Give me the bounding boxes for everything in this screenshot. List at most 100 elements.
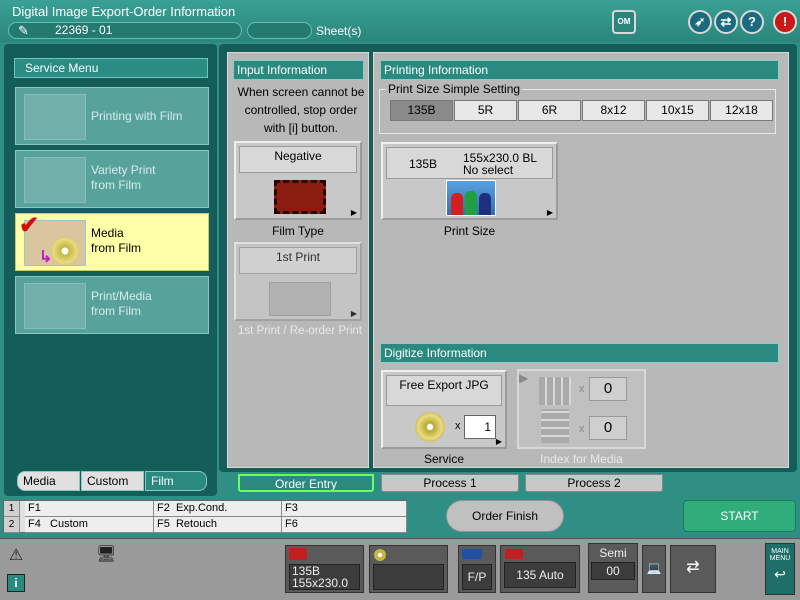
expand-arrow-icon: ▶	[495, 437, 502, 446]
service-variety-print[interactable]: Variety Print from Film	[15, 150, 209, 208]
start-button[interactable]: START	[683, 500, 796, 532]
tab-order-entry[interactable]: Order Entry	[238, 474, 374, 492]
tab-process-1[interactable]: Process 1	[381, 474, 519, 492]
print-size-select: No select	[463, 163, 514, 177]
print-size-label: Print Size	[443, 224, 496, 238]
help-icon[interactable]: ?	[740, 10, 764, 34]
size-12x18-button[interactable]: 12x18	[710, 100, 773, 121]
size-8x12-button[interactable]: 8x12	[582, 100, 645, 121]
function-keys-panel: 1 2 F1 F2 Exp.Cond. F3 F4 Custom F5 Reto…	[3, 500, 407, 533]
tab-custom[interactable]: Custom	[81, 471, 144, 491]
f5-key[interactable]: F5 Retouch	[154, 517, 282, 533]
disc-icon	[415, 412, 445, 442]
expand-arrow-icon: ▶	[350, 309, 357, 318]
sheet-label: Sheet(s)	[316, 24, 362, 38]
service-count-field[interactable]: 1	[464, 415, 496, 439]
auto-status-box[interactable]: 135 Auto	[500, 545, 580, 593]
service-value: Free Export JPG	[386, 375, 502, 406]
digitize-information-header: Digitize Information	[380, 343, 779, 363]
checkmark-icon: ✔	[19, 212, 40, 239]
disc-icon	[51, 237, 79, 265]
print-value: 1st Print	[239, 247, 357, 274]
f4-key[interactable]: F4 Custom	[25, 517, 154, 533]
fp-label: F/P	[462, 564, 492, 590]
print-label: 1st Print / Re-order Print	[238, 325, 362, 337]
tab-process-2[interactable]: Process 2	[525, 474, 663, 492]
disc-icon	[374, 549, 386, 561]
index-sheet-icon	[541, 409, 569, 443]
film-strip-icon	[274, 180, 326, 214]
index-grid-icon	[539, 377, 571, 405]
film-status-text: 135B 155x230.0	[289, 564, 360, 590]
size-6r-button[interactable]: 6R	[518, 100, 581, 121]
size-5r-button[interactable]: 5R	[454, 100, 517, 121]
multiplier-label: x	[455, 420, 461, 432]
filmstrip-icon	[462, 549, 482, 559]
size-10x15-button[interactable]: 10x15	[646, 100, 709, 121]
tab-media[interactable]: Media	[17, 471, 80, 491]
variety-photos-icon	[24, 157, 86, 203]
first-print-button[interactable]: 1st Print ▶	[234, 242, 362, 321]
index-count-field-1[interactable]: 0	[589, 377, 627, 401]
order-number-field: 22369 - 01	[8, 22, 242, 39]
print-size-info: 135B 155x230.0 BL No select	[386, 147, 553, 179]
media-status-box[interactable]	[369, 545, 448, 593]
input-message: When screen cannot be controlled, stop o…	[237, 85, 365, 135]
alert-icon[interactable]: !	[773, 10, 797, 34]
print-size-button[interactable]: 135B 155x230.0 BL No select ▶	[381, 142, 558, 220]
multiplier-label: x	[579, 383, 585, 395]
film-type-button[interactable]: Negative ▶	[234, 141, 362, 220]
tab-film[interactable]: Film	[145, 471, 207, 491]
fp-status-box[interactable]: F/P	[458, 545, 496, 593]
index-count-field-2[interactable]: 0	[589, 416, 627, 440]
service-print-media[interactable]: Print/Media from Film	[15, 276, 209, 334]
f2-key[interactable]: F2 Exp.Cond.	[154, 501, 282, 517]
service-label: Media from Film	[91, 226, 141, 255]
media-disc-icon: ✔ ↳	[19, 212, 86, 266]
warning-icon[interactable]: ⚠	[6, 545, 26, 564]
film-status-box[interactable]: 135B 155x230.0	[285, 545, 364, 593]
service-label: Print/Media from Film	[91, 289, 152, 318]
row-number: 1	[4, 501, 20, 517]
multiplier-label: x	[579, 423, 585, 435]
swap-arrows-icon[interactable]: ⇄	[714, 10, 738, 34]
service-label: Variety Print from Film	[91, 163, 156, 192]
service-button[interactable]: Free Export JPG x 1 ▶	[381, 370, 507, 449]
print-media-icon	[24, 283, 86, 329]
input-information-header: Input Information	[233, 60, 364, 80]
people-photo-icon	[446, 180, 496, 216]
service-media-from-film[interactable]: ✔ ↳ Media from Film	[15, 212, 209, 271]
print-size-code: 135B	[409, 157, 438, 171]
film-type-label: Film Type	[272, 224, 324, 238]
service-printing-with-film[interactable]: Printing with Film	[15, 87, 209, 145]
mode-label: Semi	[599, 546, 627, 560]
arrow-icon: ↳	[39, 249, 53, 266]
service-label: Service	[423, 452, 464, 466]
f3-key[interactable]: F3	[282, 501, 407, 517]
index-for-media-button[interactable]: x 0 x 0 ▶	[517, 369, 646, 449]
computer-icon: 🖥	[96, 546, 117, 563]
simple-setting-label: Print Size Simple Setting	[386, 82, 523, 96]
expand-arrow-icon: ▶	[546, 208, 553, 217]
mode-status-box[interactable]: Semi 00	[588, 543, 638, 593]
f6-key[interactable]: F6	[282, 517, 407, 533]
edit-order-icon[interactable]: ✎	[18, 23, 29, 39]
mode-value: 00	[591, 562, 635, 580]
film-icon	[505, 549, 523, 559]
main-menu-button[interactable]: MAIN MENU ↩	[765, 543, 795, 595]
transfer-icon[interactable]: ⇄	[670, 545, 716, 593]
monitor-icon[interactable]: 💻	[642, 545, 666, 593]
film-photos-icon	[24, 94, 86, 140]
info-icon[interactable]: i	[7, 574, 25, 592]
order-finish-button[interactable]: Order Finish	[446, 500, 564, 532]
service-label: Printing with Film	[91, 109, 183, 123]
row-number: 2	[4, 517, 20, 533]
sheet-count-field[interactable]	[247, 22, 312, 39]
auto-label: 135 Auto	[504, 562, 576, 588]
f1-key[interactable]: F1	[25, 501, 154, 517]
size-135b-button[interactable]: 135B	[390, 100, 453, 121]
index-for-media-label: Index for Media	[540, 452, 623, 466]
film-icon	[289, 548, 307, 560]
om-icon[interactable]: OM	[612, 10, 636, 34]
rocket-icon[interactable]: ➶	[688, 10, 712, 34]
